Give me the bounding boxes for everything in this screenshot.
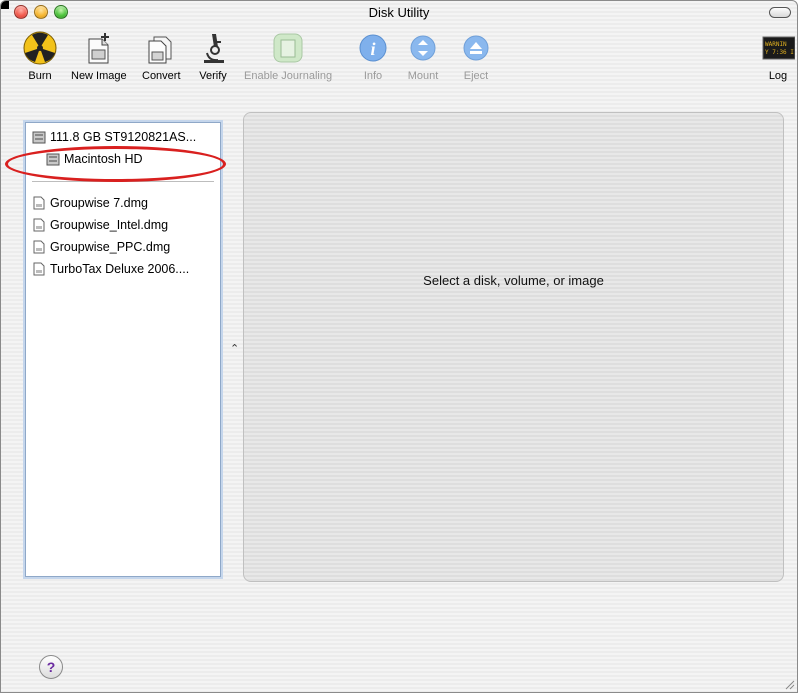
help-button[interactable]: ? (39, 655, 63, 679)
eject-button[interactable]: Eject (459, 31, 493, 82)
list-item-physical-disk[interactable]: 111.8 GB ST9120821AS... (32, 128, 196, 146)
log-button[interactable]: WARNIN Y 7:36 I Log (761, 31, 795, 82)
disk-image-icon (32, 262, 46, 276)
splitter-handle-icon[interactable]: ⌃ (230, 342, 239, 355)
detail-placeholder-text: Select a disk, volume, or image (423, 273, 604, 288)
list-item-label: Groupwise 7.dmg (50, 196, 148, 210)
list-item-label: Groupwise_Intel.dmg (50, 218, 169, 232)
list-item-label: TurboTax Deluxe 2006.... (50, 262, 190, 276)
burn-icon (23, 31, 57, 65)
convert-icon (144, 31, 178, 65)
log-icon: WARNIN Y 7:36 I (761, 31, 795, 65)
disk-image-icon (32, 218, 46, 232)
list-item-image[interactable]: Groupwise_Intel.dmg (32, 216, 168, 234)
enable-journaling-icon (271, 31, 305, 65)
svg-text:WARNIN: WARNIN (765, 41, 787, 48)
new-image-button[interactable]: New Image (71, 31, 127, 82)
list-item-label: Groupwise_PPC.dmg (50, 240, 171, 254)
svg-text:Y 7:36 I: Y 7:36 I (765, 49, 794, 56)
disk-list[interactable]: 111.8 GB ST9120821AS... Macintosh HD Gro… (25, 122, 221, 577)
hard-disk-icon (32, 130, 46, 144)
list-item-image[interactable]: Groupwise_PPC.dmg (32, 238, 170, 256)
disk-image-icon (32, 196, 46, 210)
enable-journaling-button[interactable]: Enable Journaling (244, 31, 332, 82)
verify-button[interactable]: Verify (196, 31, 230, 82)
new-image-icon (82, 31, 116, 65)
window-title: Disk Utility (368, 5, 430, 20)
verify-icon (196, 31, 230, 65)
list-item-label: 111.8 GB ST9120821AS... (50, 130, 197, 144)
list-item-image[interactable]: TurboTax Deluxe 2006.... (32, 260, 189, 278)
title-bar[interactable]: Disk Utility (1, 1, 797, 23)
disk-image-icon (32, 240, 46, 254)
list-item-image[interactable]: Groupwise 7.dmg (32, 194, 148, 212)
eject-icon (459, 31, 493, 65)
convert-button[interactable]: Convert (142, 31, 181, 82)
mount-button[interactable]: Mount (406, 31, 440, 82)
svg-text:i: i (370, 39, 375, 59)
info-icon: i (356, 31, 390, 65)
burn-button[interactable]: Burn (23, 31, 57, 82)
disk-utility-window: Disk Utility Burn New Image Convert Veri… (0, 0, 798, 693)
toolbar-toggle-button[interactable] (769, 7, 791, 18)
toolbar: Burn New Image Convert Verify Enable Jou… (1, 25, 797, 89)
resize-grip-icon[interactable] (783, 678, 795, 690)
detail-pane: Select a disk, volume, or image (243, 112, 784, 582)
info-button[interactable]: i Info (356, 31, 390, 82)
mount-icon (406, 31, 440, 65)
annotation-oval (5, 146, 226, 182)
